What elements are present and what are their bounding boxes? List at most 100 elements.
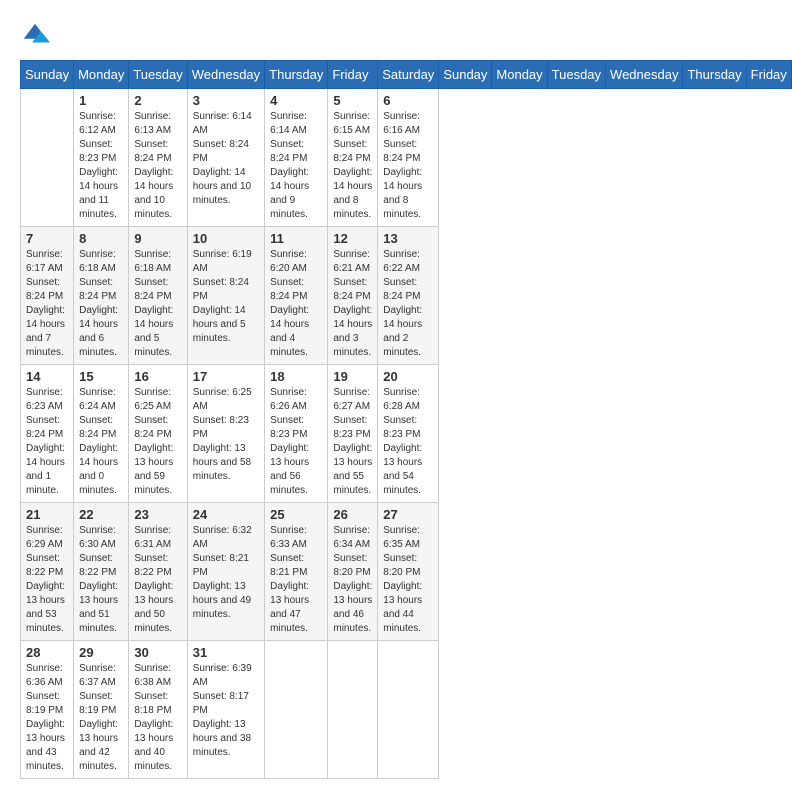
day-number: 28	[26, 645, 68, 660]
calendar-cell: 30 Sunrise: 6:38 AMSunset: 8:18 PMDayligh…	[129, 641, 187, 779]
header-monday: Monday	[492, 61, 547, 89]
header-friday: Friday	[746, 61, 791, 89]
day-number: 22	[79, 507, 123, 522]
day-number: 26	[333, 507, 372, 522]
day-info: Sunrise: 6:37 AMSunset: 8:19 PMDaylight:…	[79, 662, 123, 774]
calendar-cell: 15Sunrise: 6:24 AMSunset: 8:24 PMDayligh…	[74, 365, 129, 503]
calendar-cell	[21, 89, 74, 227]
day-info: Sunrise: 6:32 AMSunset: 8:21 PMDaylight:…	[193, 524, 259, 622]
header-sunday: Sunday	[439, 61, 492, 89]
calendar-cell: 21 Sunrise: 6:29 AMSunset: 8:22 PMDayligh…	[21, 503, 74, 641]
day-number: 2	[134, 93, 181, 108]
day-number: 19	[333, 369, 372, 384]
day-number: 18	[270, 369, 322, 384]
calendar-cell: 16Sunrise: 6:25 AMSunset: 8:24 PMDayligh…	[129, 365, 187, 503]
day-number: 10	[193, 231, 259, 246]
day-info: Sunrise: 6:15 AMSunset: 8:24 PMDaylight:…	[333, 110, 372, 222]
calendar-cell: 27Sunrise: 6:35 AMSunset: 8:20 PMDayligh…	[378, 503, 439, 641]
day-info: Sunrise: 6:18 AMSunset: 8:24 PMDaylight:…	[79, 248, 123, 360]
header-thursday: Thursday	[683, 61, 746, 89]
header-thursday: Thursday	[265, 61, 328, 89]
day-info: Sunrise: 6:27 AMSunset: 8:23 PMDaylight:…	[333, 386, 372, 498]
day-number: 13	[383, 231, 433, 246]
day-number: 8	[79, 231, 123, 246]
day-number: 1	[79, 93, 123, 108]
day-number: 23	[134, 507, 181, 522]
day-info: Sunrise: 6:39 AMSunset: 8:17 PMDaylight:…	[193, 662, 259, 760]
calendar-cell: 7Sunrise: 6:17 AMSunset: 8:24 PMDaylight…	[21, 227, 74, 365]
calendar-header-row: SundayMondayTuesdayWednesdayThursdayFrid…	[21, 61, 792, 89]
day-number: 27	[383, 507, 433, 522]
calendar-cell: 28 Sunrise: 6:36 AMSunset: 8:19 PMDayligh…	[21, 641, 74, 779]
day-number: 21	[26, 507, 68, 522]
calendar-cell: 17 Sunrise: 6:25 AMSunset: 8:23 PMDayligh…	[187, 365, 264, 503]
day-number: 30	[134, 645, 181, 660]
day-number: 24	[193, 507, 259, 522]
calendar-cell: 25Sunrise: 6:33 AMSunset: 8:21 PMDayligh…	[265, 503, 328, 641]
calendar-cell: 1 Sunrise: 6:12 AMSunset: 8:23 PMDaylight…	[74, 89, 129, 227]
day-number: 9	[134, 231, 181, 246]
week-row-2: 7Sunrise: 6:17 AMSunset: 8:24 PMDaylight…	[21, 227, 792, 365]
day-info: Sunrise: 6:12 AMSunset: 8:23 PMDaylight:…	[79, 110, 123, 222]
day-info: Sunrise: 6:38 AMSunset: 8:18 PMDaylight:…	[134, 662, 181, 774]
calendar-cell: 31 Sunrise: 6:39 AMSunset: 8:17 PMDayligh…	[187, 641, 264, 779]
calendar-cell: 29 Sunrise: 6:37 AMSunset: 8:19 PMDayligh…	[74, 641, 129, 779]
week-row-3: 14 Sunrise: 6:23 AMSunset: 8:24 PMDayligh…	[21, 365, 792, 503]
calendar-cell: 3Sunrise: 6:14 AMSunset: 8:24 PMDaylight…	[187, 89, 264, 227]
day-info: Sunrise: 6:29 AMSunset: 8:22 PMDaylight:…	[26, 524, 68, 636]
logo	[20, 20, 54, 50]
day-number: 12	[333, 231, 372, 246]
day-info: Sunrise: 6:16 AMSunset: 8:24 PMDaylight:…	[383, 110, 433, 222]
day-info: Sunrise: 6:36 AMSunset: 8:19 PMDaylight:…	[26, 662, 68, 774]
day-info: Sunrise: 6:28 AMSunset: 8:23 PMDaylight:…	[383, 386, 433, 498]
week-row-1: 1 Sunrise: 6:12 AMSunset: 8:23 PMDaylight…	[21, 89, 792, 227]
header-saturday: Saturday	[378, 61, 439, 89]
page-header	[20, 20, 772, 50]
day-number: 4	[270, 93, 322, 108]
calendar-cell: 19 Sunrise: 6:27 AMSunset: 8:23 PMDayligh…	[328, 365, 378, 503]
day-info: Sunrise: 6:24 AMSunset: 8:24 PMDaylight:…	[79, 386, 123, 498]
week-row-4: 21 Sunrise: 6:29 AMSunset: 8:22 PMDayligh…	[21, 503, 792, 641]
day-info: Sunrise: 6:22 AMSunset: 8:24 PMDaylight:…	[383, 248, 433, 360]
calendar-cell: 26 Sunrise: 6:34 AMSunset: 8:20 PMDayligh…	[328, 503, 378, 641]
day-number: 17	[193, 369, 259, 384]
day-number: 20	[383, 369, 433, 384]
day-number: 11	[270, 231, 322, 246]
day-info: Sunrise: 6:34 AMSunset: 8:20 PMDaylight:…	[333, 524, 372, 636]
calendar-cell: 18Sunrise: 6:26 AMSunset: 8:23 PMDayligh…	[265, 365, 328, 503]
day-info: Sunrise: 6:21 AMSunset: 8:24 PMDaylight:…	[333, 248, 372, 360]
header-tuesday: Tuesday	[547, 61, 605, 89]
day-info: Sunrise: 6:31 AMSunset: 8:22 PMDaylight:…	[134, 524, 181, 636]
header-sunday: Sunday	[21, 61, 74, 89]
day-info: Sunrise: 6:25 AMSunset: 8:23 PMDaylight:…	[193, 386, 259, 484]
calendar-cell: 13 Sunrise: 6:22 AMSunset: 8:24 PMDayligh…	[378, 227, 439, 365]
header-tuesday: Tuesday	[129, 61, 187, 89]
day-info: Sunrise: 6:14 AMSunset: 8:24 PMDaylight:…	[193, 110, 259, 208]
calendar-cell: 20 Sunrise: 6:28 AMSunset: 8:23 PMDayligh…	[378, 365, 439, 503]
calendar-cell: 22Sunrise: 6:30 AMSunset: 8:22 PMDayligh…	[74, 503, 129, 641]
calendar-cell: 8 Sunrise: 6:18 AMSunset: 8:24 PMDaylight…	[74, 227, 129, 365]
day-number: 31	[193, 645, 259, 660]
day-number: 14	[26, 369, 68, 384]
day-info: Sunrise: 6:25 AMSunset: 8:24 PMDaylight:…	[134, 386, 181, 498]
calendar-cell: 5 Sunrise: 6:15 AMSunset: 8:24 PMDaylight…	[328, 89, 378, 227]
day-number: 6	[383, 93, 433, 108]
day-info: Sunrise: 6:19 AMSunset: 8:24 PMDaylight:…	[193, 248, 259, 346]
day-info: Sunrise: 6:13 AMSunset: 8:24 PMDaylight:…	[134, 110, 181, 222]
calendar-cell	[328, 641, 378, 779]
day-number: 5	[333, 93, 372, 108]
calendar-cell: 14 Sunrise: 6:23 AMSunset: 8:24 PMDayligh…	[21, 365, 74, 503]
day-info: Sunrise: 6:33 AMSunset: 8:21 PMDaylight:…	[270, 524, 322, 636]
day-info: Sunrise: 6:14 AMSunset: 8:24 PMDaylight:…	[270, 110, 322, 222]
day-info: Sunrise: 6:23 AMSunset: 8:24 PMDaylight:…	[26, 386, 68, 498]
header-wednesday: Wednesday	[187, 61, 264, 89]
day-number: 29	[79, 645, 123, 660]
calendar-cell: 12 Sunrise: 6:21 AMSunset: 8:24 PMDayligh…	[328, 227, 378, 365]
calendar-cell: 6 Sunrise: 6:16 AMSunset: 8:24 PMDaylight…	[378, 89, 439, 227]
calendar-cell	[265, 641, 328, 779]
calendar-table: SundayMondayTuesdayWednesdayThursdayFrid…	[20, 60, 792, 779]
calendar-cell: 2 Sunrise: 6:13 AMSunset: 8:24 PMDaylight…	[129, 89, 187, 227]
calendar-cell: 24 Sunrise: 6:32 AMSunset: 8:21 PMDayligh…	[187, 503, 264, 641]
calendar-cell: 11Sunrise: 6:20 AMSunset: 8:24 PMDayligh…	[265, 227, 328, 365]
logo-icon	[20, 20, 50, 50]
